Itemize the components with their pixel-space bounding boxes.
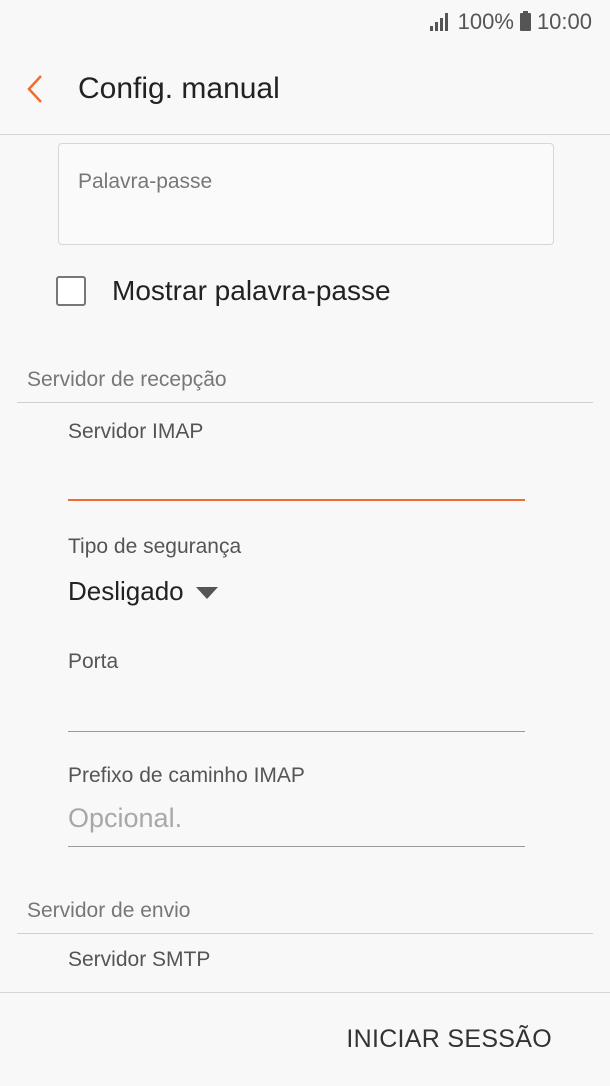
bottom-bar: INICIAR SESSÃO: [0, 992, 610, 1086]
security-type-value: Desligado: [68, 576, 184, 606]
show-password-checkbox[interactable]: [56, 276, 86, 306]
smtp-server-label: Servidor SMTP: [68, 948, 211, 971]
imap-prefix-label: Prefixo de caminho IMAP: [68, 764, 305, 787]
imap-server-underline: [68, 499, 525, 501]
password-field[interactable]: Palavra-passe: [58, 143, 554, 245]
security-type-label: Tipo de segurança: [68, 535, 242, 558]
settings-form[interactable]: Palavra-passe Mostrar palavra-passe Serv…: [0, 135, 610, 993]
dropdown-arrow-icon: [195, 586, 218, 599]
back-button[interactable]: [0, 44, 70, 134]
app-bar: Config. manual: [0, 44, 610, 135]
password-label: Palavra-passe: [78, 170, 213, 193]
imap-server-label: Servidor IMAP: [68, 420, 204, 443]
status-bar: 100% 10:00: [0, 0, 610, 44]
imap-prefix-input[interactable]: [68, 798, 525, 838]
port-input[interactable]: [68, 685, 525, 725]
outgoing-server-header: Servidor de envio: [17, 899, 593, 934]
chevron-left-icon: [27, 75, 42, 103]
page-title: Config. manual: [78, 72, 280, 105]
port-underline: [68, 731, 525, 732]
incoming-server-header: Servidor de recepção: [17, 368, 593, 403]
imap-server-input[interactable]: [68, 455, 525, 495]
imap-prefix-underline: [68, 846, 525, 847]
battery-icon: [519, 11, 531, 31]
show-password-label: Mostrar palavra-passe: [112, 275, 391, 306]
battery-percent: 100%: [457, 9, 514, 34]
sign-in-button[interactable]: INICIAR SESSÃO: [346, 1025, 552, 1054]
clock: 10:00: [536, 9, 592, 34]
security-type-dropdown[interactable]: Desligado: [68, 576, 218, 607]
port-label: Porta: [68, 650, 119, 673]
signal-icon: [429, 13, 452, 31]
show-password-row[interactable]: Mostrar palavra-passe: [56, 275, 391, 307]
